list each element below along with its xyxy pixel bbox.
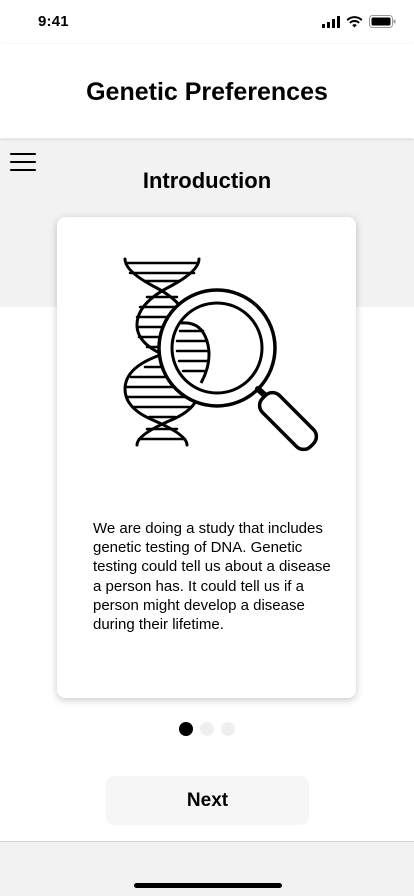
battery-icon <box>369 15 396 28</box>
wifi-icon <box>346 15 363 27</box>
bottom-bar <box>0 841 414 896</box>
status-icons <box>322 15 396 28</box>
intro-text: We are doing a study that includes genet… <box>93 520 331 634</box>
section-title: Introduction <box>142 168 272 193</box>
status-time: 9:41 <box>38 13 69 30</box>
page-indicator <box>0 722 414 736</box>
cellular-signal-icon <box>322 15 340 28</box>
page-dot[interactable] <box>200 722 214 736</box>
dna-magnifier-icon <box>123 257 319 452</box>
page-dot-active[interactable] <box>179 722 193 736</box>
status-bar: 9:41 <box>0 0 414 44</box>
nav-header: Genetic Preferences <box>0 44 414 138</box>
page-title: Genetic Preferences <box>86 78 328 106</box>
page-dot[interactable] <box>221 722 235 736</box>
home-indicator <box>134 883 282 888</box>
next-button[interactable]: Next <box>106 776 309 825</box>
intro-card: We are doing a study that includes genet… <box>57 217 356 698</box>
